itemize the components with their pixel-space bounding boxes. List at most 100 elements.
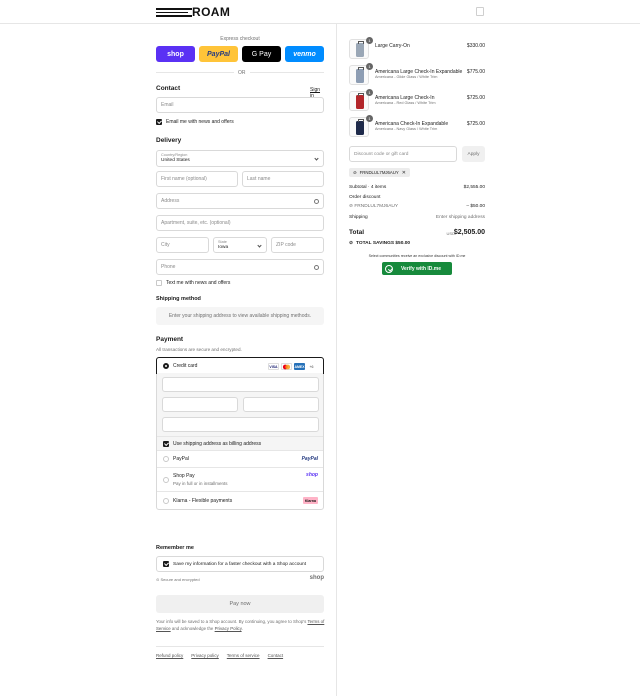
product-thumbnail: 1 (349, 115, 373, 137)
more-cards-badge: +6 (309, 364, 314, 369)
paypal-label: PayPal (173, 456, 189, 462)
country-label: Country/Region (161, 153, 188, 157)
logo-lines (156, 7, 192, 17)
expiration-field[interactable] (162, 397, 238, 412)
shop-pay-express-button[interactable]: shop (156, 46, 195, 62)
phone-placeholder: Phone (161, 264, 176, 270)
order-discount-label: Order discount (349, 195, 381, 200)
apply-discount-button[interactable]: Apply (462, 146, 485, 162)
item-price: $330.00 (466, 43, 485, 49)
item-variant: Americana - Navy Glass / White Trim (375, 127, 438, 131)
email-news-checkbox-row[interactable]: Email me with news and offers (156, 119, 234, 125)
item-price: $775.00 (466, 69, 485, 75)
state-select[interactable]: State Iowa (213, 237, 267, 253)
payment-title: Payment (156, 336, 184, 343)
discount-code-input[interactable]: Discount code or gift card (349, 146, 457, 162)
shop-pay-radio[interactable] (163, 476, 169, 483)
paypal-express-button[interactable]: PayPal (199, 46, 238, 62)
total-label: Total (349, 229, 365, 236)
city-field[interactable]: City (156, 237, 209, 253)
card-number-field[interactable] (162, 377, 319, 392)
quantity-badge: 1 (366, 89, 373, 96)
security-code-field[interactable] (243, 397, 319, 412)
klarna-radio[interactable] (163, 497, 169, 504)
zip-field[interactable]: ZIP code (271, 237, 324, 253)
paypal-option[interactable]: PayPal PayPal (157, 451, 323, 468)
email-field[interactable]: Email (156, 97, 324, 113)
text-news-checkbox-row[interactable]: Text me with news and offers (156, 280, 230, 286)
remove-discount-icon[interactable]: ✕ (402, 170, 406, 176)
first-name-field[interactable]: First name (optional) (156, 171, 238, 187)
credit-card-radio[interactable] (163, 362, 169, 369)
cart-icon[interactable] (476, 7, 484, 16)
credit-card-option[interactable]: Credit card VISA AMEX +6 (156, 357, 324, 374)
terms-of-service-link[interactable]: Terms of service (227, 653, 260, 658)
shop-pay-label: Shop Pay (173, 473, 195, 479)
country-value: United States (161, 158, 190, 163)
refund-policy-link[interactable]: Refund policy (156, 653, 183, 658)
visa-icon: VISA (268, 363, 279, 370)
payment-subtitle: All transactions are secure and encrypte… (156, 347, 242, 352)
contact-title: Contact (156, 85, 181, 92)
privacy-policy-link[interactable]: Privacy policy (191, 653, 219, 658)
email-news-label: Email me with news and offers (166, 119, 234, 125)
paypal-logo: PayPal (301, 456, 318, 462)
phone-field[interactable]: Phone (156, 259, 324, 275)
discount-placeholder: Discount code or gift card (354, 151, 409, 157)
order-discount-row: Order discount (349, 195, 485, 200)
verify-idme-button[interactable]: Verify with ID.me (382, 262, 452, 275)
billing-checkbox-row[interactable]: Use shipping address as billing address (157, 437, 323, 451)
quantity-badge: 1 (366, 115, 373, 122)
shipping-row: Shipping Enter shipping address (349, 215, 485, 220)
klarna-option[interactable]: Klarna - Flexible payments Klarna (157, 492, 323, 509)
billing-label: Use shipping address as billing address (173, 440, 262, 447)
last-name-field[interactable]: Last name (242, 171, 324, 187)
payment-options: Credit card VISA AMEX +6 Use shipping ad… (156, 357, 324, 510)
disclaimer-text: Your info will be saved to a Shop accoun… (156, 619, 307, 624)
text-news-checkbox[interactable] (156, 280, 162, 286)
item-price: $725.00 (466, 121, 485, 127)
shipping-method-title: Shipping method (156, 296, 201, 302)
email-placeholder: Email (161, 102, 174, 108)
email-news-checkbox[interactable] (156, 119, 162, 125)
brand-logo[interactable]: ROAM (156, 6, 230, 18)
credit-card-label: Credit card (173, 362, 198, 369)
product-thumbnail: 1 (349, 89, 373, 111)
zip-placeholder: ZIP code (276, 242, 296, 248)
product-thumbnail: 1 (349, 63, 373, 85)
venmo-express-button[interactable]: venmo (285, 46, 324, 62)
card-logos: VISA AMEX +6 (268, 363, 316, 370)
remember-me-checkbox[interactable] (163, 561, 169, 567)
pay-now-button[interactable]: Pay now (156, 595, 324, 613)
address-field[interactable]: Address (156, 193, 324, 209)
card-fields (157, 373, 323, 437)
remember-me-row[interactable]: Save my information for a faster checkou… (156, 556, 324, 572)
shop-pay-option[interactable]: Shop Pay Pay in full or in installments … (157, 468, 323, 492)
name-on-card-field[interactable] (162, 417, 319, 432)
secure-label: Secure and encrypted (160, 577, 200, 582)
verify-idme-label: Verify with ID.me (401, 265, 442, 272)
paypal-radio[interactable] (163, 456, 169, 462)
quantity-badge: 1 (366, 63, 373, 70)
text-news-label: Text me with news and offers (166, 280, 231, 286)
contact-link[interactable]: Contact (268, 653, 284, 658)
last-name-placeholder: Last name (247, 176, 271, 182)
apartment-field[interactable]: Apartment, suite, etc. (optional) (156, 215, 324, 231)
google-pay-express-button[interactable]: G Pay (242, 46, 281, 62)
item-variant: Americana - Glide Glass / White Trim (375, 75, 438, 79)
city-placeholder: City (161, 242, 170, 248)
item-name: Large Carry-On (375, 43, 410, 49)
country-select[interactable]: Country/Region United States (156, 150, 324, 167)
address-placeholder: Address (161, 198, 180, 204)
shipping-label: Shipping (349, 215, 368, 220)
privacy-link[interactable]: Privacy Policy (215, 626, 242, 631)
line-item: 1 Americana Large Check-In Expandable Am… (349, 63, 485, 87)
billing-checkbox[interactable] (163, 440, 169, 447)
help-icon[interactable] (314, 265, 319, 270)
product-thumbnail: 1 (349, 37, 373, 59)
shipping-value: Enter shipping address (435, 215, 485, 220)
chevron-down-icon (257, 243, 262, 248)
remember-me-title: Remember me (156, 545, 194, 551)
discount-value: – $50.00 (466, 204, 485, 209)
subtotal-value: $2,555.00 (463, 185, 485, 190)
